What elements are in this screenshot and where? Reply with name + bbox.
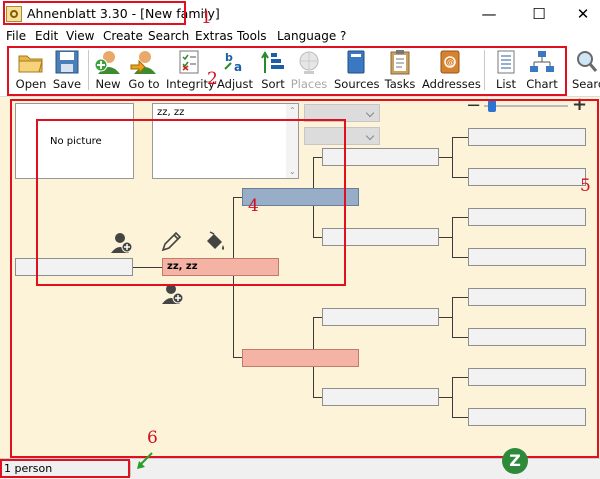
menu-create[interactable]: Create [103,28,143,44]
annotation-box-toolbar [7,46,567,96]
annotation-box-title [3,1,186,25]
menu-view[interactable]: View [66,28,94,44]
menu-help[interactable]: ? [340,28,346,44]
search-button[interactable]: Searc [570,46,600,94]
menu-file[interactable]: File [6,28,26,44]
annotation-number: 6 [147,428,158,448]
menu-bar: File Edit View Create Search Extras Tool… [0,28,600,46]
annotation-box-status [0,459,130,478]
menu-edit[interactable]: Edit [35,28,58,44]
annotation-box-chart [10,99,599,458]
menu-language[interactable]: Language [277,28,336,44]
annotation-number: 1 [201,8,212,28]
status-divider [130,461,131,477]
maximize-button[interactable]: ☐ [516,0,562,28]
annotation-arrow-icon [137,452,153,469]
menu-tools[interactable]: Tools [237,28,267,44]
menu-extras[interactable]: Extras [195,28,233,44]
close-button[interactable]: ✕ [560,0,600,28]
minimize-button[interactable]: — [466,0,512,28]
menu-search[interactable]: Search [148,28,189,44]
annotation-number: 5 [580,176,591,196]
annotation-number: 2 [207,69,218,89]
search-icon [577,51,598,72]
watermark-logo: Z [502,448,528,474]
